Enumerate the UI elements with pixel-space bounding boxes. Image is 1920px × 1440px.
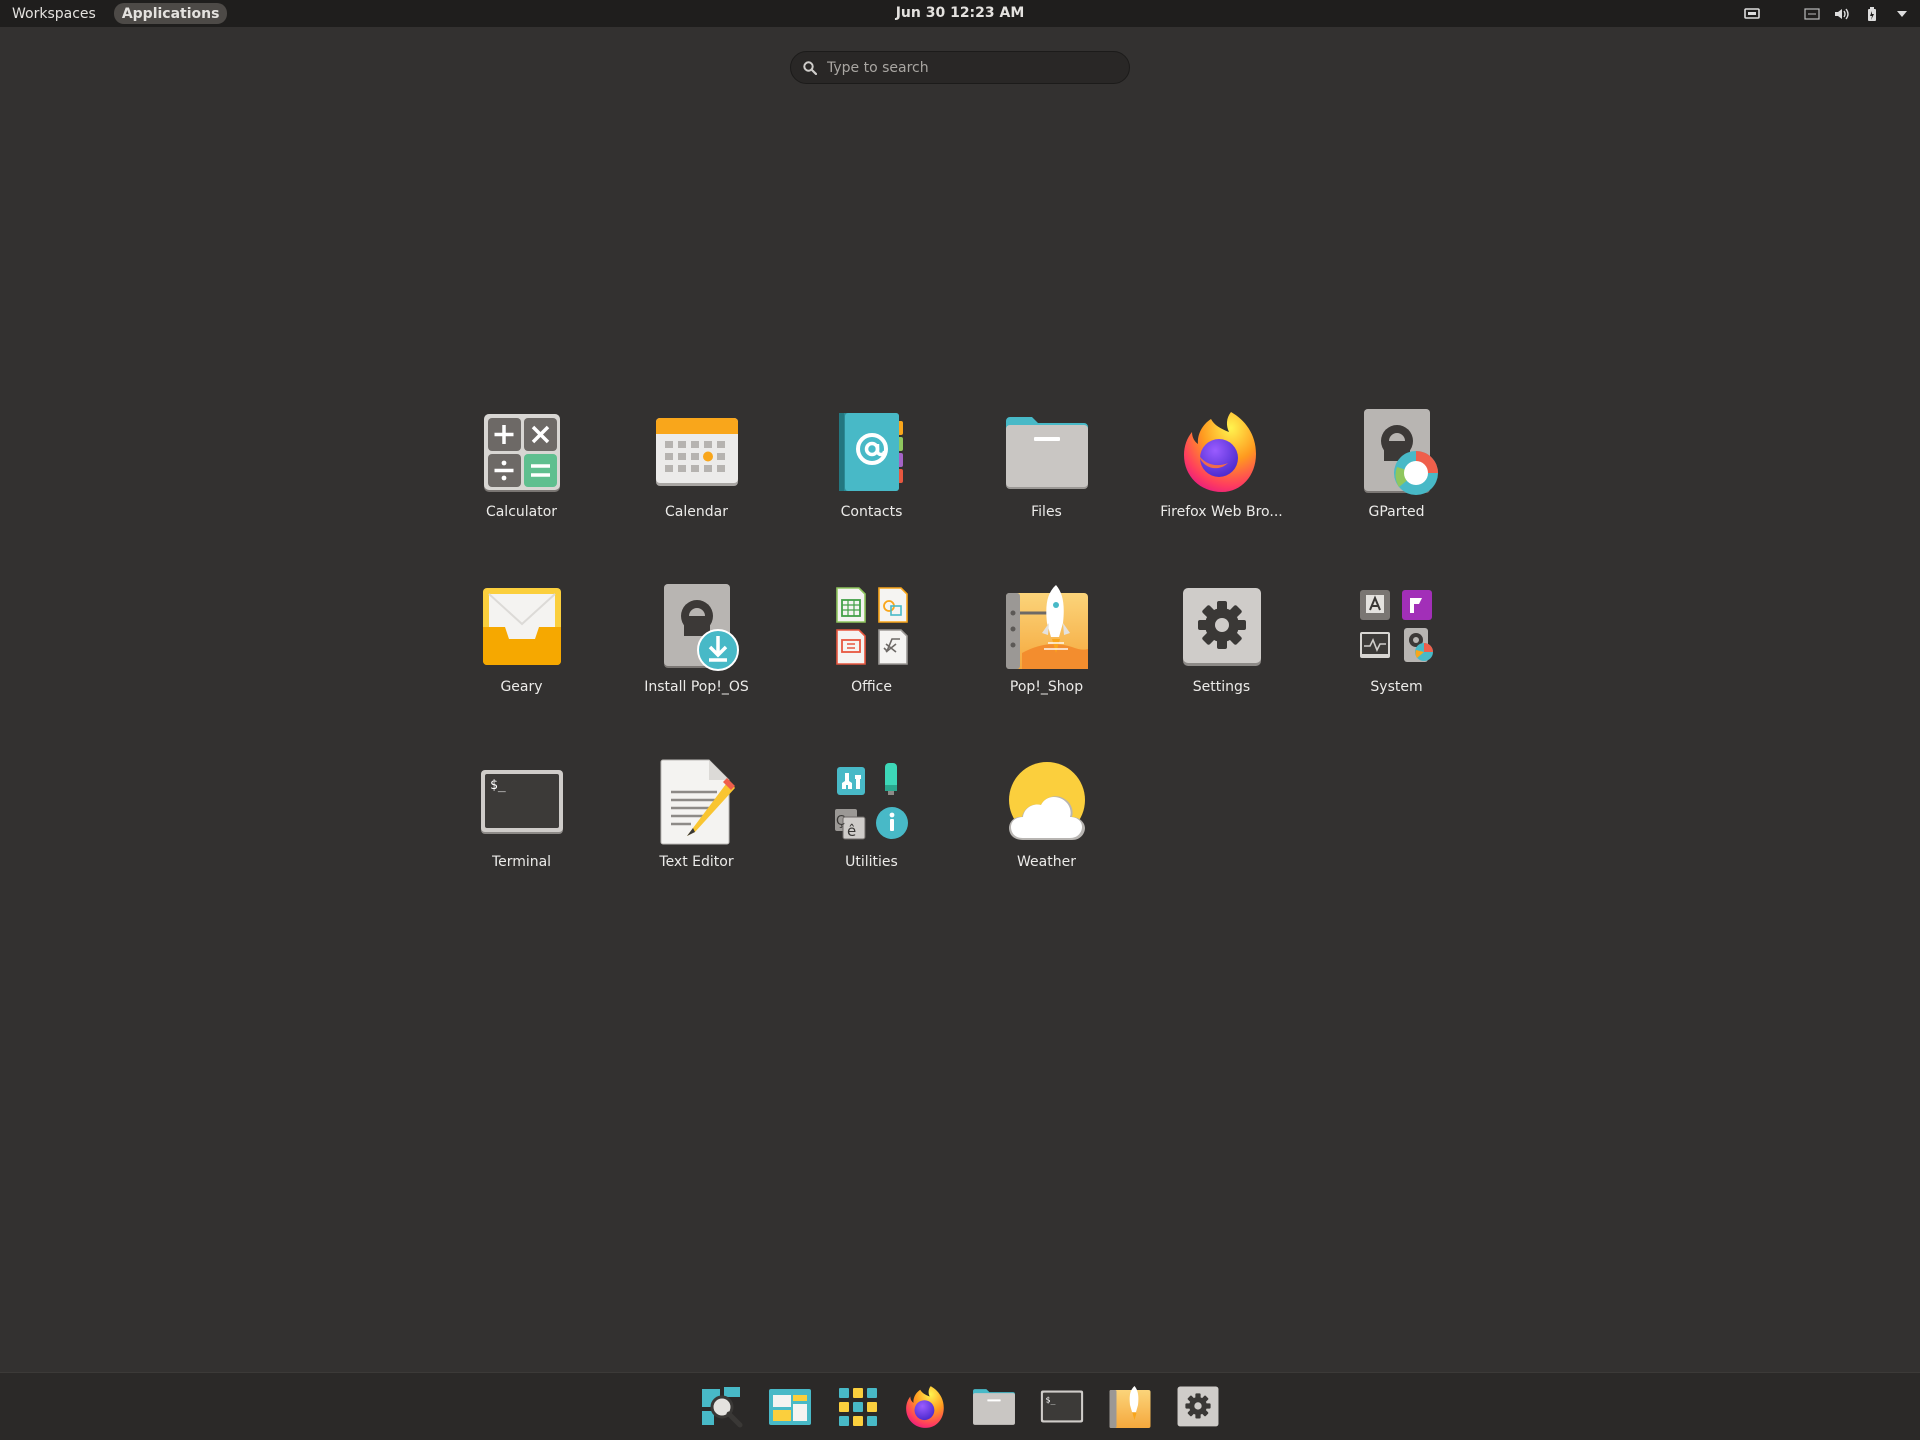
app-label: Calculator <box>485 504 558 520</box>
app-utilities[interactable]: Ç ê Utilities <box>784 746 959 921</box>
calculator-icon <box>483 414 560 492</box>
dock-settings[interactable] <box>1174 1383 1222 1431</box>
dock-terminal[interactable]: $_ <box>1038 1383 1086 1431</box>
app-label: Weather <box>1017 854 1076 870</box>
app-geary[interactable]: Geary <box>434 571 609 746</box>
app-terminal[interactable]: $_ Terminal <box>434 746 609 921</box>
search-input[interactable] <box>827 59 1097 76</box>
settings-icon <box>1177 1386 1219 1426</box>
dock-pop-shop[interactable] <box>1106 1383 1154 1431</box>
app-label: Pop!_Shop <box>1009 679 1084 695</box>
app-label: Install Pop!_OS <box>644 679 749 695</box>
contacts-icon <box>838 413 903 491</box>
top-bar: Workspaces Applications Jun 30 12:23 AM <box>0 0 1920 27</box>
utilities-folder-icon: Ç ê <box>834 763 908 840</box>
system-tray <box>1744 0 1910 27</box>
install-pop-os-icon <box>663 584 739 671</box>
system-folder-icon <box>1359 590 1433 662</box>
app-office[interactable]: Office <box>784 571 959 746</box>
app-label: Geary <box>500 679 543 695</box>
app-label: Utilities <box>845 854 898 870</box>
app-label: Terminal <box>491 854 552 870</box>
firefox-icon <box>1183 412 1256 492</box>
files-icon <box>973 1388 1015 1425</box>
app-settings[interactable]: Settings <box>1134 571 1309 746</box>
pop-shop-icon <box>1005 585 1088 669</box>
dock: $_ <box>0 1372 1920 1440</box>
files-icon <box>1005 417 1088 489</box>
terminal-icon: $_ <box>480 770 563 834</box>
pop-shop-icon <box>1109 1385 1151 1428</box>
applications-button[interactable]: Applications <box>113 3 228 24</box>
clock[interactable]: Jun 30 12:23 AM <box>896 5 1025 21</box>
workspaces-button[interactable]: Workspaces <box>4 3 104 24</box>
app-label: Calendar <box>665 504 728 520</box>
svg-text:ê: ê <box>847 822 856 840</box>
dock-launcher[interactable] <box>698 1383 746 1431</box>
app-label: Firefox Web Bro... <box>1160 504 1283 520</box>
terminal-icon: $_ <box>1040 1390 1084 1422</box>
settings-icon <box>1182 588 1261 666</box>
svg-text:$_: $_ <box>1046 1394 1056 1404</box>
display-icon[interactable] <box>1744 7 1760 21</box>
app-label: Office <box>851 679 892 695</box>
app-label: Settings <box>1192 679 1251 695</box>
dock-files[interactable] <box>970 1383 1018 1431</box>
svg-text:$_: $_ <box>490 778 506 793</box>
firefox-icon <box>906 1385 944 1428</box>
app-label: Text Editor <box>659 854 734 870</box>
volume-icon[interactable] <box>1834 7 1850 21</box>
weather-icon <box>1008 762 1085 840</box>
app-install-pop-os[interactable]: Install Pop!_OS <box>609 571 784 746</box>
app-system[interactable]: System <box>1309 571 1484 746</box>
app-calendar[interactable]: Calendar <box>609 396 784 571</box>
search-icon <box>803 60 817 75</box>
app-calculator[interactable]: Calculator <box>434 396 609 571</box>
search-box[interactable] <box>790 51 1130 84</box>
network-icon[interactable] <box>1804 7 1820 21</box>
svg-text:Ç: Ç <box>836 814 845 829</box>
app-label: System <box>1370 679 1423 695</box>
text-editor-icon <box>660 759 735 845</box>
app-label: Files <box>1031 504 1062 520</box>
app-grid-icon <box>839 1387 877 1426</box>
app-gparted[interactable]: GParted <box>1309 396 1484 571</box>
app-weather[interactable]: Weather <box>959 746 1134 921</box>
app-pop-shop[interactable]: Pop!_Shop <box>959 571 1134 746</box>
app-grid: Calculator Calendar Contacts Files Firef… <box>434 396 1484 921</box>
app-firefox[interactable]: Firefox Web Bro... <box>1134 396 1309 571</box>
office-folder-icon <box>835 587 908 665</box>
dock-firefox[interactable] <box>902 1383 950 1431</box>
dock-workspaces[interactable] <box>766 1383 814 1431</box>
app-label: GParted <box>1368 504 1425 520</box>
workspaces-icon <box>769 1388 811 1425</box>
gparted-icon <box>1363 409 1438 495</box>
app-text-editor[interactable]: Text Editor <box>609 746 784 921</box>
calendar-icon <box>655 418 738 486</box>
chevron-down-icon[interactable] <box>1894 7 1910 21</box>
app-label: Contacts <box>840 504 903 520</box>
launcher-search-icon <box>702 1386 743 1427</box>
dock-app-grid[interactable] <box>834 1383 882 1431</box>
app-files[interactable]: Files <box>959 396 1134 571</box>
battery-icon[interactable] <box>1864 6 1880 21</box>
app-contacts[interactable]: Contacts <box>784 396 959 571</box>
geary-icon <box>482 588 561 665</box>
